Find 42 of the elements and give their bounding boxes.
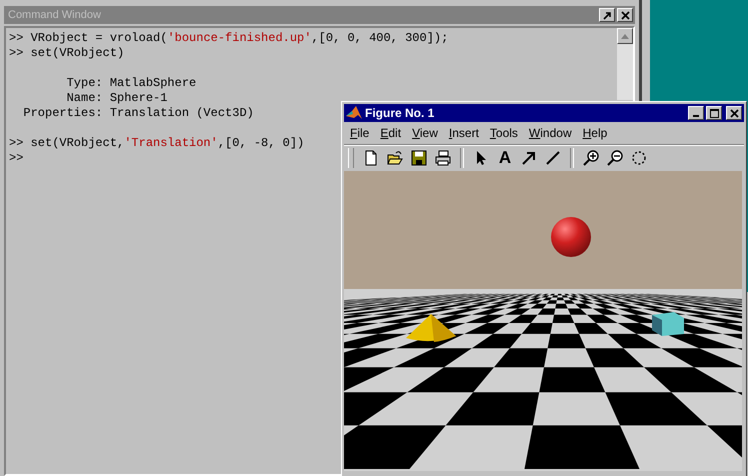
menu-item[interactable]: Edit (380, 126, 402, 140)
arrow-icon (521, 150, 537, 166)
code-line: >> (9, 151, 24, 166)
save-button[interactable] (409, 148, 429, 168)
maximize-button[interactable] (706, 106, 722, 120)
close-button[interactable] (617, 8, 633, 22)
menu-item[interactable]: Insert (448, 126, 479, 140)
zoom-out-icon (607, 150, 623, 166)
close-icon (620, 10, 630, 20)
code-line: Name: Sphere-1 (66, 91, 168, 106)
menu-item[interactable]: Window (528, 126, 572, 140)
code-line: Properties: Translation (Vect3D) (22, 106, 254, 121)
zoom-out-button[interactable] (605, 148, 625, 168)
scroll-up-button[interactable] (617, 28, 633, 44)
arrow-icon (602, 10, 612, 20)
text-tool-button[interactable]: A (495, 148, 515, 168)
code-line: >> set(VRobject,'Translation',[0, -8, 0]) (9, 136, 304, 151)
menu-item[interactable]: File (350, 126, 370, 140)
zoom-in-icon (583, 150, 599, 166)
code-line: >> set(VRobject) (9, 46, 124, 61)
code-line: Type: MatlabSphere (66, 76, 196, 91)
menu-item[interactable]: Tools (490, 126, 518, 140)
window-title: Command Window (8, 9, 101, 21)
folder-icon (387, 150, 403, 166)
blank-page-icon (363, 150, 379, 166)
code-line: >> VRobject = vroload('bounce-finished.up',[0, 0, 400, 300]); (9, 31, 448, 46)
print-button[interactable] (433, 148, 453, 168)
menu-item[interactable]: View (412, 126, 438, 140)
up-arrow-icon (621, 34, 629, 38)
zoom-in-button[interactable] (581, 148, 601, 168)
close-icon (730, 108, 738, 118)
logo-icon (346, 105, 362, 121)
scrollbar[interactable] (617, 28, 633, 100)
menu-item[interactable]: Help (582, 126, 608, 140)
rotate-icon (631, 150, 647, 166)
line-icon (545, 150, 561, 166)
close-button[interactable] (726, 106, 742, 120)
maximize-icon (710, 108, 718, 118)
undock-button[interactable] (599, 8, 615, 22)
printer-icon (435, 150, 451, 166)
window-title: Figure No. 1 (365, 106, 436, 120)
minimize-button[interactable] (688, 106, 704, 120)
